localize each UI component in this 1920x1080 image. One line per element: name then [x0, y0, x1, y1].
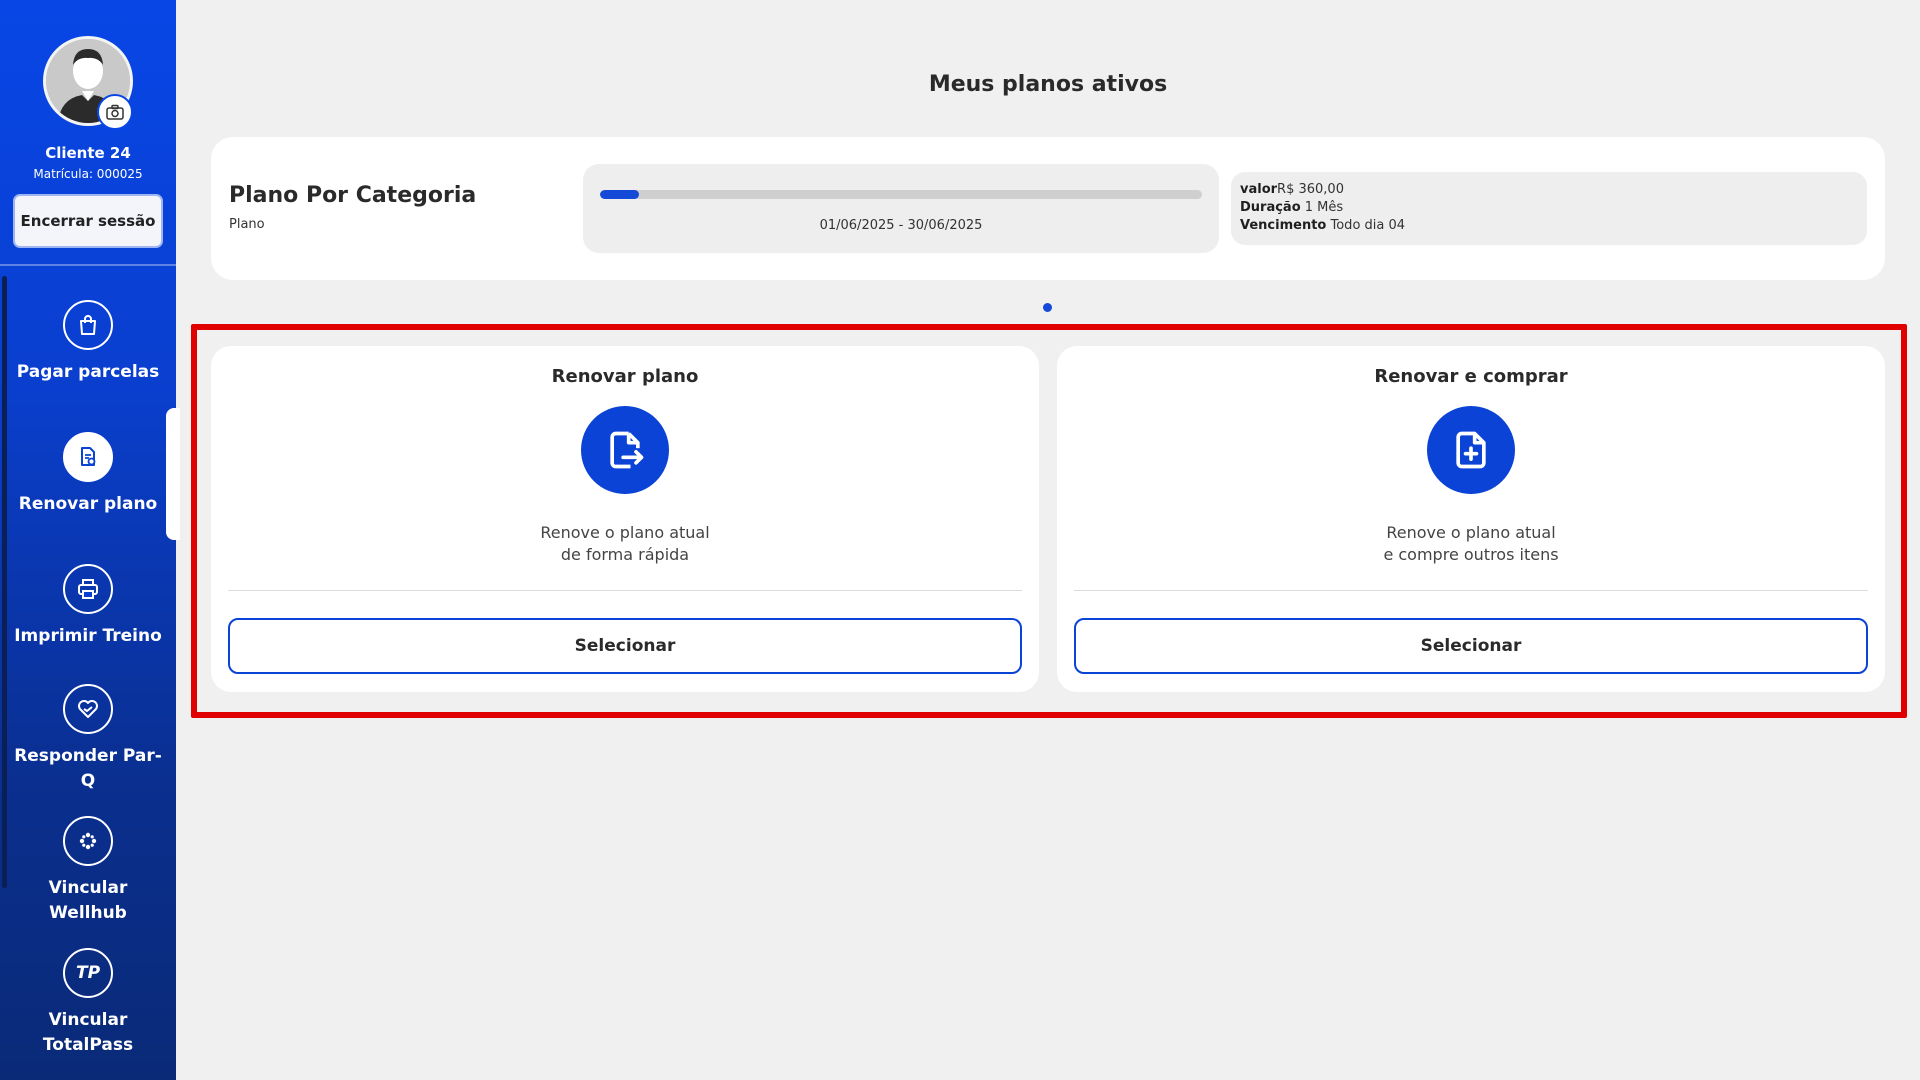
plan-vencimento-row: Vencimento Todo dia 04	[1240, 217, 1858, 235]
vencimento-label: Vencimento	[1240, 218, 1327, 233]
sidebar-item-label: Pagar parcelas	[16, 362, 160, 382]
option-card-renovar-e-comprar: Renovar e comprar Renove o plano atual e…	[1057, 346, 1885, 692]
divider	[228, 590, 1022, 591]
plan-dates: 01/06/2025 - 30/06/2025	[819, 218, 983, 233]
sidebar-item-label: Renovar plano	[18, 494, 158, 514]
client-matricula: Matrícula: 000025	[33, 167, 143, 181]
plan-info-box: valorR$ 360,00 Duração 1 Mês Vencimento …	[1231, 172, 1867, 245]
option-card-renovar-plano: Renovar plano Renove o plano atual de fo…	[211, 346, 1039, 692]
plan-progress-box: 01/06/2025 - 30/06/2025	[583, 164, 1219, 253]
sidebar-item-label: Vincular Wellhub	[48, 878, 128, 923]
plan-progress-fill	[600, 190, 640, 199]
divider	[1074, 590, 1868, 591]
valor-label: valor	[1240, 182, 1278, 197]
option-description: Renove o plano atual de forma rápida	[540, 523, 710, 564]
duracao-label: Duração	[1240, 200, 1301, 215]
active-plan-card[interactable]: Plano Por Categoria Plano 01/06/2025 - 3…	[211, 137, 1885, 280]
page-title: Meus planos ativos	[928, 72, 1168, 97]
duracao-value: 1 Mês	[1304, 200, 1344, 215]
option-title: Renovar e comprar	[1374, 366, 1568, 387]
shopping-bag-icon	[80, 315, 96, 335]
sidebar-item-vincular-wellhub[interactable]: Vincular Wellhub	[0, 816, 176, 926]
sidebar-item-pagar-parcelas[interactable]: Pagar parcelas	[0, 300, 176, 385]
select-renovar-plano-button[interactable]: Selecionar	[228, 618, 1022, 674]
client-name: Cliente 24	[45, 144, 131, 162]
sidebar-item-label: Responder Par-Q	[14, 746, 162, 791]
sidebar-item-responder-parq[interactable]: Responder Par-Q	[0, 684, 176, 794]
totalpass-logo-icon: TP	[75, 963, 101, 983]
plan-duracao-row: Duração 1 Mês	[1240, 199, 1858, 217]
printer-icon	[78, 579, 98, 599]
plan-subtitle: Plano	[229, 217, 265, 232]
heart-check-icon	[78, 700, 98, 718]
sidebar-item-renovar-plano[interactable]: Renovar plano	[0, 432, 176, 517]
carousel-dot[interactable]	[1043, 303, 1052, 312]
file-export-icon	[610, 431, 644, 469]
plan-valor-row: valorR$ 360,00	[1240, 181, 1858, 199]
sidebar: Cliente 24 Matrícula: 000025 Encerrar se…	[0, 0, 180, 1080]
option-title: Renovar plano	[551, 366, 699, 387]
file-plus-icon	[1456, 431, 1486, 469]
sidebar-item-label: Imprimir Treino	[14, 626, 162, 646]
sidebar-item-imprimir-treino[interactable]: Imprimir Treino	[0, 564, 176, 649]
select-renovar-e-comprar-button[interactable]: Selecionar	[1074, 618, 1868, 674]
camera-icon	[106, 104, 124, 120]
sidebar-item-vincular-totalpass[interactable]: TP Vincular TotalPass	[0, 948, 176, 1058]
change-photo-button[interactable]	[97, 94, 133, 130]
plan-name: Plano Por Categoria	[229, 183, 477, 208]
vencimento-value: Todo dia 04	[1330, 218, 1406, 233]
sidebar-item-label: Vincular TotalPass	[42, 1010, 134, 1055]
profile-section: Cliente 24 Matrícula: 000025 Encerrar se…	[0, 0, 176, 266]
document-renew-icon	[81, 447, 96, 466]
valor-value: R$ 360,00	[1277, 182, 1344, 197]
wellhub-logo-icon	[79, 832, 97, 850]
logout-button[interactable]: Encerrar sessão	[13, 194, 163, 248]
plan-progress-bar	[600, 190, 1202, 199]
option-description: Renove o plano atual e compre outros ite…	[1383, 523, 1559, 564]
